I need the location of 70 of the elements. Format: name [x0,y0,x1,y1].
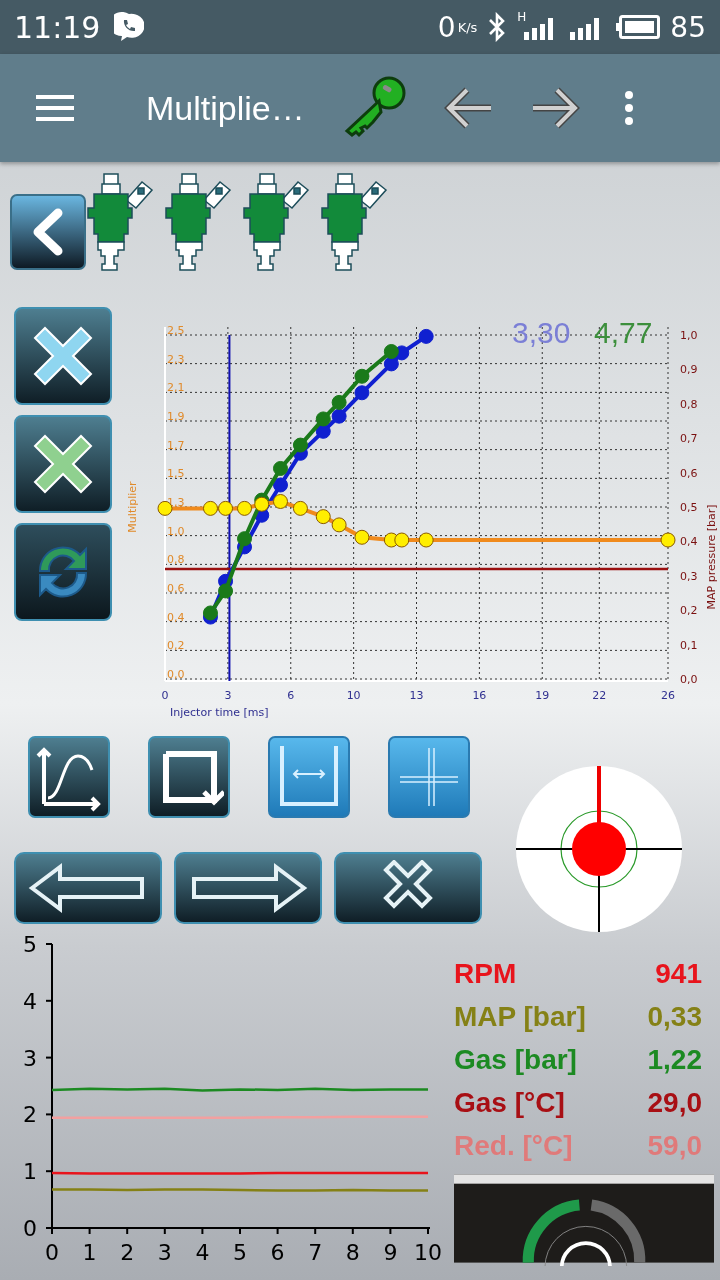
y-axis-label: 1 [23,1159,37,1185]
y-axis-label: 1,0 [167,524,185,538]
y-axis-label: 0 [23,1216,37,1241]
x-axis-label: 5 [233,1240,247,1265]
y-axis-label: 0,6 [167,582,185,595]
y-axis-title: Multiplier [126,481,139,533]
y-axis-label: 2 [23,1102,37,1128]
x-axis-label: 26 [661,689,675,702]
y-axis-label: 0,2 [167,639,185,653]
y-axis-label: 3 [23,1045,37,1071]
x-axis-title: Injector time [ms] [170,706,269,719]
right-axis-label: 0,0 [680,673,698,686]
y-axis-label: 5 [23,932,37,957]
x-axis-label: 6 [270,1240,285,1265]
readout-value: 0,33 [647,1000,702,1033]
y-axis-label: 2,5 [167,324,185,337]
x-axis-label: 6 [287,689,295,702]
right-axis-label: 0,1 [680,638,698,652]
x-axis-label: 0 [161,689,169,702]
speed-unit: K/s [457,19,478,35]
right-axis-label: 0,4 [680,535,698,549]
x-axis-label: 19 [535,689,550,702]
clock-time: 11:19 [14,9,101,45]
x-axis-label: 1 [82,1240,97,1265]
y-axis-label: 4 [23,988,37,1014]
y-axis-label: 1,5 [167,467,185,481]
y-axis-label: 2,3 [167,352,185,366]
x-axis-label: 16 [472,689,487,702]
x-axis-label: 7 [308,1240,323,1265]
x-axis-label: 4 [195,1240,210,1265]
right-axis-label: 0,7 [680,432,698,446]
reading-value: 4,77 [594,316,653,349]
y-axis-label: 1,9 [167,410,185,423]
readout-label: Gas [bar] [454,1043,577,1076]
x-axis-label: 22 [592,689,607,702]
x-axis-label: 10 [346,689,361,702]
readout-label: RPM [454,957,517,990]
network-type: H [517,10,527,24]
battery-level: 85 [670,10,706,44]
readout-value: 59,0 [647,1129,702,1162]
y-axis-label: 0,0 [167,668,185,681]
x-axis-label: 10 [414,1240,442,1265]
readout-label: MAP [bar] [454,1000,586,1033]
right-axis-label: 0,9 [680,363,698,377]
reading-value: 3,30 [512,316,571,349]
y-axis-label: 1,7 [167,438,185,452]
right-axis-label: 0,5 [680,501,698,514]
readout-label: Red. [°C] [454,1129,573,1162]
y-axis-label: 0,4 [167,610,185,624]
x-axis-label: 9 [383,1240,398,1265]
readout-label: Gas [°C] [454,1086,565,1119]
right-axis-label: 0,3 [680,569,698,583]
readout-value: 1,22 [647,1043,702,1076]
right-axis-label: 0,6 [680,466,698,480]
x-axis-label: 13 [409,689,424,702]
x-axis-label: 3 [224,689,232,702]
x-axis-label: 3 [157,1240,172,1265]
right-axis-label: 1,0 [680,329,698,342]
right-axis-label: 0,2 [680,604,698,618]
y-axis-label: 2,1 [167,381,185,395]
network-speed: 0 [437,10,456,44]
right-axis-label: 0,8 [680,397,698,411]
y-axis-label: 0,8 [167,553,185,567]
x-axis-label: 0 [45,1240,59,1265]
readout-value: 941 [655,957,702,990]
x-axis-label: 2 [120,1240,135,1265]
right-axis-title: MAP pressure [bar] [705,504,718,610]
screen-title: Multiplie… [146,88,305,128]
x-axis-label: 8 [345,1240,360,1265]
readout-value: 29,0 [647,1086,702,1119]
